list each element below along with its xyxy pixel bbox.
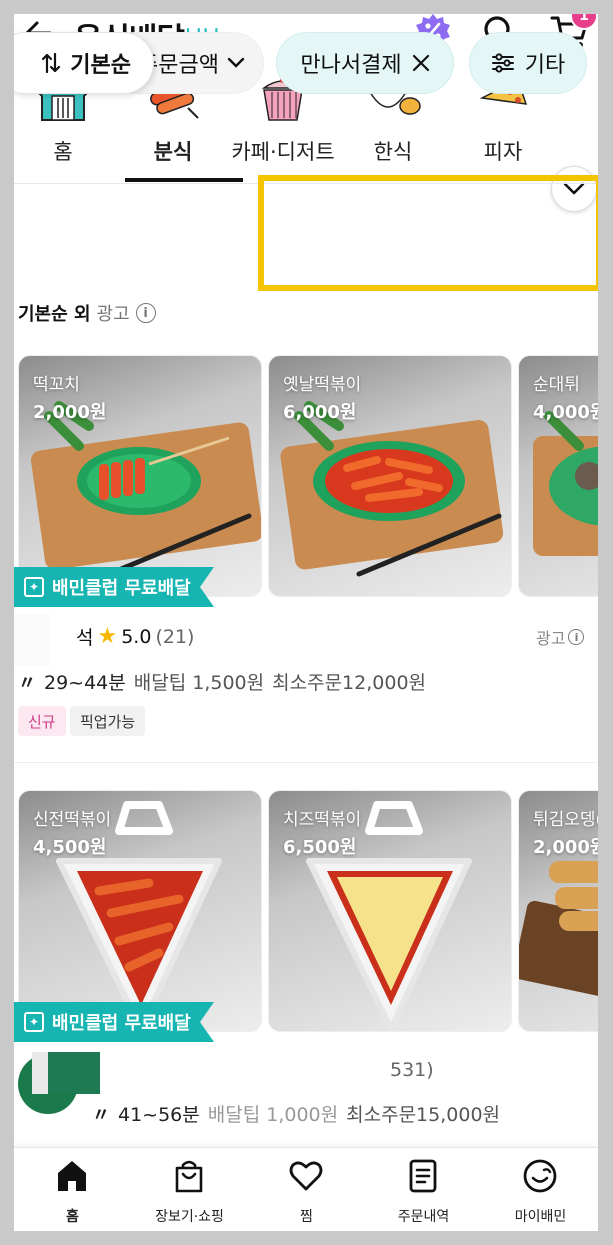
product-card[interactable]: 신전떡볶이 4,500원: [18, 790, 262, 1032]
product-price: 4,000원: [533, 402, 598, 423]
redacted-area: [48, 1052, 100, 1094]
product-name: 떡꼬치: [33, 375, 80, 395]
tab-label: 카페·디저트: [231, 140, 335, 164]
product-card[interactable]: 치즈떡볶이 6,500원: [268, 790, 512, 1032]
app-screen: 음식배달⑂⑂ 1 홈: [14, 14, 598, 1231]
product-price: 6,500원: [283, 837, 357, 858]
nav-home[interactable]: 홈: [14, 1148, 131, 1231]
filter-label: 만나서결제: [300, 53, 402, 78]
product-name: 옛날떡볶이: [283, 375, 362, 395]
home-icon: [58, 1161, 86, 1191]
club-free-delivery-badge: ✦ 배민클럽 무료배달: [14, 1002, 214, 1042]
bottom-navigation: 홈 장보기·쇼핑 찜 주문내역 마이배민: [14, 1147, 598, 1231]
product-name: 순대튀: [533, 375, 580, 395]
review-count: 531): [390, 1059, 434, 1081]
delivery-info: 〃 29~44분 배달팁 1,500원 최소주문12,000원: [18, 668, 426, 695]
delivery-tip: 배달팁 1,500원: [133, 672, 265, 694]
delivery-tip: 배달팁 1,000원: [207, 1104, 339, 1126]
nav-orders[interactable]: 주문내역: [365, 1148, 482, 1231]
heart-icon: [289, 1161, 323, 1191]
ad-label: 광고: [96, 304, 130, 325]
tag-new: 신규: [18, 706, 66, 736]
store-ad-label[interactable]: 광고 i: [536, 625, 585, 649]
sort-filter[interactable]: 기본순: [14, 32, 154, 94]
nav-shopping[interactable]: 장보기·쇼핑: [131, 1148, 248, 1231]
section-title-text: 기본순 외: [18, 304, 91, 325]
review-count: (21): [155, 625, 195, 648]
product-price: 2,000원: [33, 402, 107, 423]
delivery-info: 〃 41~56분 배달팁 1,000원 최소주문15,000원: [92, 1100, 500, 1127]
section-title: 기본순 외 광고 i: [18, 300, 156, 326]
nav-my-baemin[interactable]: 마이배민: [482, 1148, 598, 1231]
tab-label: 분식: [153, 140, 193, 164]
nav-favorites[interactable]: 찜: [248, 1148, 365, 1231]
filter-label: 기본순: [70, 53, 131, 78]
meet-pay-filter[interactable]: 만나서결제: [276, 32, 454, 94]
tag-pickup: 픽업가능: [70, 706, 146, 736]
product-card[interactable]: 순대튀 4,000원: [518, 355, 598, 597]
product-card[interactable]: 떡꼬치 2,000원: [18, 355, 262, 597]
product-price: 4,500원: [33, 837, 107, 858]
product-name: 치즈떡볶이: [283, 810, 362, 830]
close-icon[interactable]: [412, 54, 430, 72]
club-logo-icon: ✦: [24, 577, 44, 597]
tab-label: 홈: [53, 140, 73, 164]
delivery-time: 29~44분: [44, 672, 126, 694]
redacted-area: [100, 1050, 390, 1096]
min-order: 최소주문12,000원: [272, 672, 427, 694]
club-badge-text: 배민클럽 무료배달: [52, 1013, 191, 1034]
chevron-down-icon: [227, 57, 245, 68]
club-logo-icon: ✦: [24, 1012, 44, 1032]
store-rating: 석 ★ 5.0 (21): [76, 623, 194, 650]
etc-filter[interactable]: 기타: [469, 32, 587, 94]
my-baemin-icon: [523, 1159, 557, 1193]
tab-label: 피자: [483, 140, 523, 164]
active-tab-underline: [125, 178, 243, 182]
shopping-bag-icon: [175, 1160, 203, 1193]
delivery-time: 41~56분: [118, 1104, 200, 1126]
ad-label-text: 광고: [536, 629, 566, 648]
store-name-fragment: 석: [76, 627, 94, 649]
rating-value: 5.0: [121, 625, 152, 648]
info-icon[interactable]: i: [135, 303, 156, 323]
filter-label: 기타: [524, 53, 566, 78]
store-divider: [14, 762, 598, 763]
club-free-delivery-badge: ✦ 배민클럽 무료배달: [14, 567, 214, 607]
sliders-icon: [491, 53, 514, 73]
filter-highlight-box: [258, 175, 598, 291]
club-badge-text: 배민클럽 무료배달: [52, 578, 191, 599]
nav-label: 홈: [66, 1209, 79, 1225]
product-name: 튀김오뎅(5: [533, 810, 598, 830]
nav-label: 마이배민: [514, 1209, 567, 1225]
product-name: 신전떡볶이: [33, 810, 112, 830]
delivery-moto-icon: 〃: [18, 672, 36, 694]
sort-arrows-icon: [42, 52, 61, 74]
delivery-moto-icon: 〃: [92, 1104, 110, 1126]
nav-label: 주문내역: [397, 1209, 450, 1225]
product-price: 2,000원: [533, 837, 598, 858]
info-icon: i: [568, 629, 585, 645]
nav-label: 찜: [300, 1209, 313, 1225]
order-list-icon: [409, 1159, 437, 1193]
min-order: 최소주문15,000원: [346, 1104, 501, 1126]
redacted-area: [14, 614, 50, 666]
product-card[interactable]: 튀김오뎅(5 2,000원: [518, 790, 598, 1032]
product-price: 6,000원: [283, 402, 357, 423]
product-card[interactable]: 옛날떡볶이 6,000원: [268, 355, 512, 597]
nav-label: 장보기·쇼핑: [155, 1209, 224, 1225]
tab-label: 한식: [373, 140, 413, 164]
star-icon: ★: [97, 624, 118, 649]
